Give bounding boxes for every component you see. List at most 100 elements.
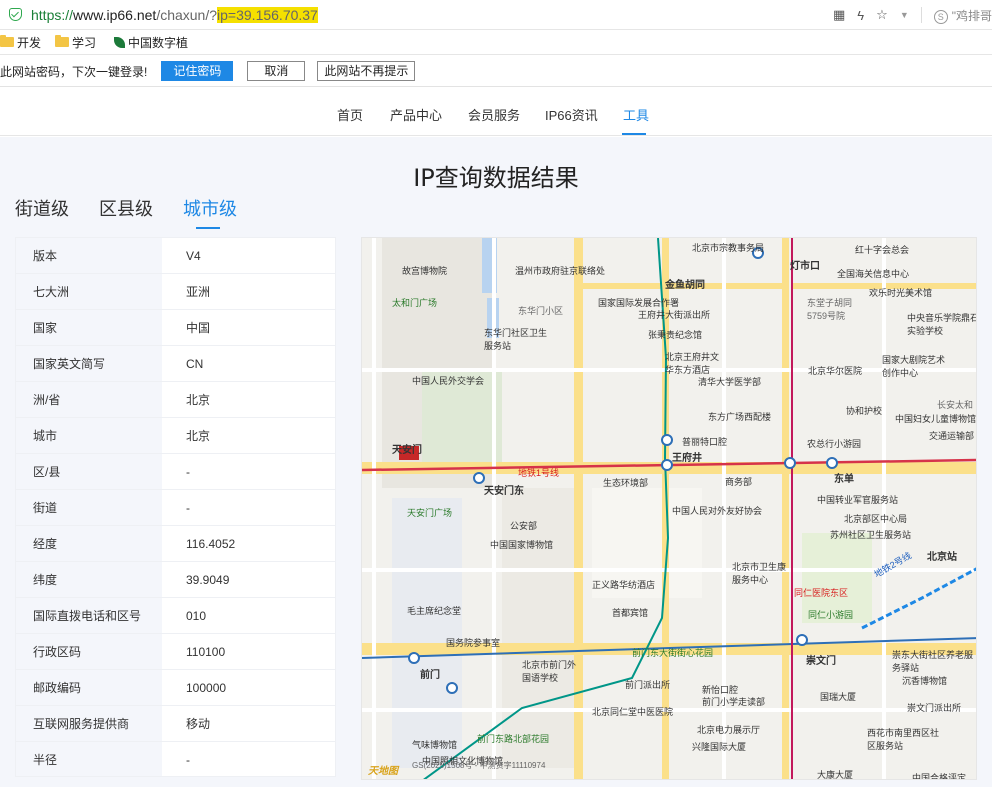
table-row: 半径 - — [16, 742, 335, 776]
map-label: 北京市卫生康服务中心 — [732, 562, 787, 585]
table-row: 洲/省 北京 — [16, 382, 335, 418]
map-label: 灯市口 — [790, 261, 820, 272]
qrcode-icon[interactable]: ▦ — [833, 7, 845, 23]
map-label: 沉香博物馆 — [902, 676, 948, 686]
table-row: 国家英文简写 CN — [16, 346, 335, 382]
map-label: 中央音乐学院鼎石实验学校 — [907, 313, 977, 336]
map-label: 北京王府井文华东方酒店 — [665, 352, 720, 375]
nav-home[interactable]: 首页 — [337, 105, 363, 124]
toolbar-search[interactable]: S "鸡排哥 — [933, 7, 992, 24]
tianditu-logo: 天地图 — [368, 766, 398, 777]
map-label: 欢乐时光美术馆 — [869, 288, 933, 298]
row-key: 七大洲 — [16, 274, 162, 309]
nav-membership[interactable]: 会员服务 — [468, 105, 520, 124]
bookmark-digital-plant[interactable]: 中国数字植 — [110, 34, 188, 51]
map-label: 前门 — [420, 670, 440, 681]
map-label: 前门东路北部花园 — [477, 734, 550, 744]
map-label: 同仁医院东区 — [794, 588, 849, 598]
row-value: 移动 — [186, 717, 211, 731]
map-label: 生态环境部 — [603, 478, 649, 488]
url-text[interactable]: https://www.ip66.net/chaxun/?ip=39.156.7… — [31, 6, 318, 23]
table-row: 互联网服务提供商 移动 — [16, 706, 335, 742]
search-engine-icon: S — [933, 9, 948, 24]
url-query-highlight: ip=39.156.70.37 — [217, 6, 318, 23]
row-value: 北京 — [186, 429, 211, 443]
never-prompt-button[interactable]: 此网站不再提示 — [317, 61, 416, 81]
map-label: 中国人民外交学会 — [412, 376, 485, 386]
chevron-down-icon[interactable]: ▼ — [900, 10, 909, 20]
map-label: 故宫博物院 — [402, 266, 448, 276]
row-value: 110100 — [186, 645, 226, 659]
table-row: 版本 V4 — [16, 238, 335, 274]
tab-city-level[interactable]: 城市级 — [183, 195, 237, 221]
map-label: 北京站 — [927, 552, 957, 563]
map-label: 天安门广场 — [407, 508, 453, 518]
save-password-button[interactable]: 记住密码 — [161, 61, 234, 81]
address-bar[interactable]: https://www.ip66.net/chaxun/?ip=39.156.7… — [0, 0, 992, 30]
table-row: 七大洲 亚洲 — [16, 274, 335, 310]
row-key: 纬度 — [16, 562, 162, 597]
map-label: 国家大剧院艺术创作中心 — [882, 355, 946, 378]
map-label: 北京电力展示厅 — [697, 725, 761, 735]
password-bar-message: 此网站密码，下次一键登录! — [0, 64, 148, 79]
location-map[interactable]: 北京市宗教事务局 红十字会总会 灯市口 全国海关信息中心 故宫博物院 温州市政府… — [361, 237, 977, 780]
toolbar-divider — [920, 7, 922, 23]
map-label: 商务部 — [725, 477, 753, 487]
map-label: 前门小学走读部 — [702, 697, 766, 707]
map-label: 西花市南里西区社区服务站 — [867, 728, 940, 751]
table-row: 邮政编码 100000 — [16, 670, 335, 706]
map-label: 天安门 — [392, 445, 422, 456]
map-label: 全国海关信息中心 — [837, 269, 910, 279]
table-row: 纬度 39.9049 — [16, 562, 335, 598]
row-value: - — [186, 501, 190, 515]
row-key: 版本 — [16, 238, 162, 273]
map-label: 国瑞大厦 — [820, 692, 857, 702]
map-label: 张秉贵纪念馆 — [648, 330, 703, 340]
row-key: 洲/省 — [16, 382, 162, 417]
row-value: CN — [186, 357, 204, 371]
level-tab-underline — [196, 227, 220, 229]
map-label: 中国合格评定 — [912, 773, 967, 780]
map-label: 首都宾馆 — [612, 608, 649, 618]
map-label: 王府井 — [672, 453, 702, 464]
row-value: - — [186, 753, 190, 767]
map-label: 前门东大街街心花园 — [632, 648, 714, 658]
table-row: 国际直拨电话和区号 010 — [16, 598, 335, 634]
map-label: 东华门社区卫生服务站 — [484, 328, 548, 351]
map-label: 中国人民对外友好协会 — [672, 506, 763, 516]
lightning-icon[interactable]: ϟ — [857, 8, 864, 23]
folder-icon — [55, 35, 70, 47]
map-label: 中国转业军官服务站 — [817, 495, 899, 505]
map-label: 太和门广场 — [392, 298, 438, 308]
row-value: 100000 — [186, 681, 227, 695]
row-value: - — [186, 465, 190, 479]
row-key: 互联网服务提供商 — [16, 706, 162, 741]
page-title: IP查询数据结果 — [413, 164, 579, 192]
leaf-icon — [114, 36, 126, 48]
bookmark-folder-dev[interactable]: 开发 — [0, 34, 41, 51]
bookmark-folder-study[interactable]: 学习 — [55, 34, 96, 51]
table-row: 行政区码 110100 — [16, 634, 335, 670]
nav-products[interactable]: 产品中心 — [390, 105, 442, 124]
map-label: 北京市宗教事务局 — [692, 243, 765, 253]
map-label: 正义路华纺酒店 — [592, 580, 656, 590]
nav-news[interactable]: IP66资讯 — [545, 105, 598, 124]
nav-active-underline — [622, 133, 646, 135]
map-label: 国务院参事室 — [446, 638, 501, 648]
map-label: 崇文门派出所 — [907, 703, 962, 713]
tab-street-level[interactable]: 街道级 — [15, 195, 69, 221]
ip-info-table: 版本 V4 七大洲 亚洲 国家 中国 国家英文简写 CN 洲/省 北京 城市 北京 区/县 - 街道 - 经度 1… — [15, 237, 336, 777]
nav-tools[interactable]: 工具 — [623, 105, 649, 124]
map-label: 崇东大街社区养老服务驿站 — [892, 650, 974, 673]
row-key: 国家 — [16, 310, 162, 345]
row-key: 区/县 — [16, 454, 162, 489]
row-value: 亚洲 — [186, 285, 211, 299]
cancel-button[interactable]: 取消 — [247, 61, 306, 81]
map-label: 中国妇女儿童博物馆 — [895, 414, 977, 424]
tab-district-level[interactable]: 区县级 — [99, 195, 153, 221]
star-bookmark-icon[interactable]: ☆ — [876, 7, 888, 23]
map-label: 红十字会总会 — [855, 245, 910, 255]
row-key: 行政区码 — [16, 634, 162, 669]
row-key: 街道 — [16, 490, 162, 525]
map-label: 普丽特口腔 — [682, 437, 728, 447]
